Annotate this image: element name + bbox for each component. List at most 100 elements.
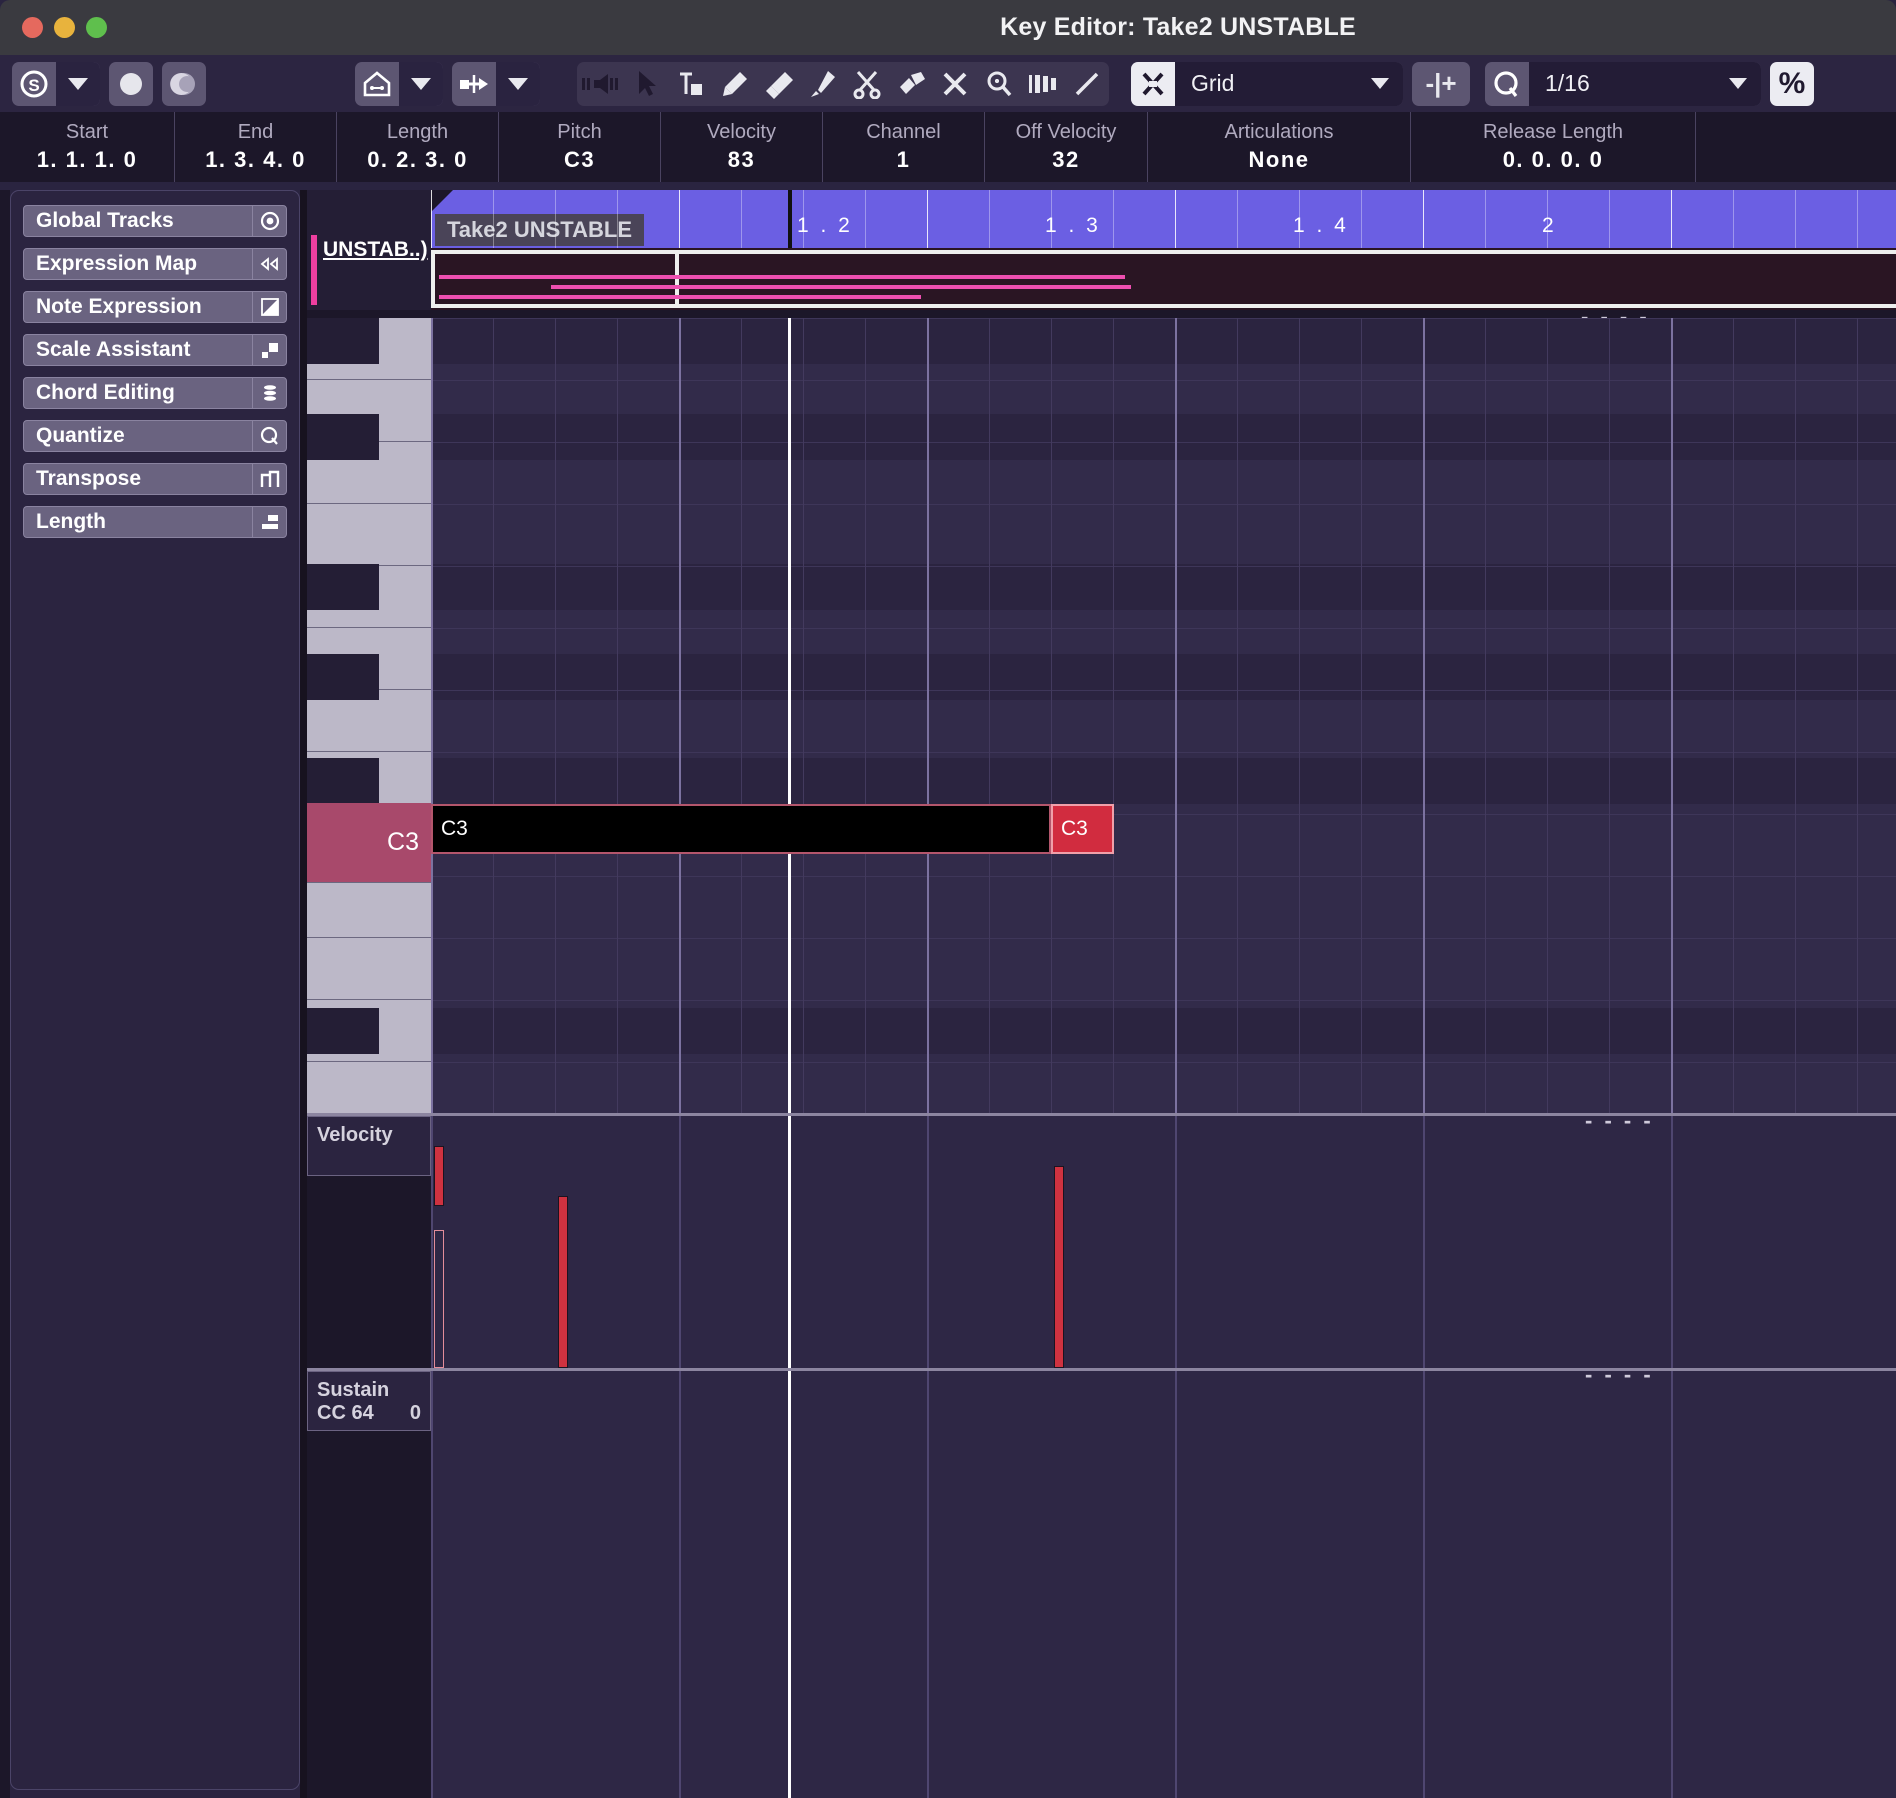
tool-pencil-line[interactable] [1065, 62, 1109, 106]
info-field-value[interactable]: 1. 1. 1. 0 [37, 145, 138, 175]
autoscroll-button[interactable] [355, 62, 399, 106]
velocity-lane-playhead[interactable] [788, 1116, 791, 1368]
quantize-preset-combo[interactable]: 1/16 [1529, 61, 1761, 106]
velocity-lane-header[interactable]: Velocity [307, 1116, 431, 1176]
velocity-bar[interactable] [1054, 1166, 1064, 1368]
info-field-start[interactable]: Start 1. 1. 1. 0 [0, 112, 175, 182]
sustain-lane-resize-handle[interactable]: - - - - [1585, 1362, 1654, 1388]
velocity-lane-body[interactable] [431, 1116, 1896, 1368]
inspector-length[interactable]: Length [23, 506, 287, 538]
speaker-icon [582, 73, 618, 94]
overview-frame-left[interactable] [431, 250, 679, 308]
solo-group: S [12, 61, 100, 106]
tool-draw[interactable] [713, 62, 757, 106]
record-in-editor-button[interactable] [109, 62, 153, 106]
inspector-transpose[interactable]: Transpose [23, 463, 287, 495]
midi-note[interactable]: C3 [431, 804, 1051, 854]
velocity-lane-resize-handle[interactable]: - - - - [1585, 1108, 1654, 1134]
timeline-ruler[interactable]: Take2 UNSTABLE 1 . 2 1 . 3 1 . 4 2 [431, 190, 1896, 248]
inspector-quantize[interactable]: Quantize [23, 420, 287, 452]
quantize-preset-value: 1/16 [1545, 70, 1590, 96]
info-line: Start 1. 1. 1. 0 End 1. 3. 4. 0 Length 0. 2. … [0, 112, 1896, 182]
chevron-down-icon [411, 77, 431, 90]
piano-black-key[interactable] [307, 414, 379, 460]
info-field-velocity[interactable]: Velocity 83 [661, 112, 823, 182]
piano-black-key[interactable] [307, 654, 379, 700]
info-field-length[interactable]: Length 0. 2. 3. 0 [337, 112, 499, 182]
info-field-value[interactable]: 32 [1052, 145, 1079, 175]
ruler-tick [927, 190, 928, 248]
piano-black-key[interactable] [307, 318, 379, 364]
info-field-value[interactable]: C3 [564, 145, 595, 175]
title-bar: Key Editor: Take2 UNSTABLE [0, 0, 1896, 55]
expression-map-icon [252, 249, 286, 279]
playhead[interactable] [788, 318, 791, 1113]
inspector-expression-map[interactable]: Expression Map [23, 248, 287, 280]
tool-timewarp[interactable] [1021, 62, 1065, 106]
sustain-lane-gridline [431, 1371, 433, 1798]
sustain-lane-playhead[interactable] [788, 1371, 791, 1798]
midi-note[interactable]: C3 [1051, 804, 1114, 854]
piano-white-key[interactable] [307, 504, 431, 566]
info-field-value[interactable]: 0. 0. 0. 0 [1503, 145, 1604, 175]
grid-vertical-line [1175, 318, 1177, 1113]
tool-zoom[interactable] [977, 62, 1021, 106]
snap-dropdown-button[interactable] [496, 61, 540, 106]
autoscroll-settings-button[interactable] [399, 61, 443, 106]
ruler-number: 1 . 2 [797, 214, 853, 237]
solo-editor-button[interactable]: S [12, 62, 56, 106]
info-field-articulations[interactable]: Articulations None [1148, 112, 1411, 182]
tool-erase[interactable] [757, 62, 801, 106]
info-field-value[interactable]: 0. 2. 3. 0 [367, 145, 468, 175]
info-field-channel[interactable]: Channel 1 [823, 112, 985, 182]
tool-line[interactable] [801, 62, 845, 106]
quantize-q-button[interactable] [1485, 62, 1529, 106]
velocity-bar[interactable] [434, 1230, 444, 1368]
piano-black-key[interactable] [307, 564, 379, 610]
piano-key-c3[interactable]: C3 [307, 803, 431, 883]
piano-white-key[interactable] [307, 876, 431, 938]
info-field-pitch[interactable]: Pitch C3 [499, 112, 661, 182]
info-field-value[interactable]: 1 [897, 145, 911, 175]
info-field-end[interactable]: End 1. 3. 4. 0 [175, 112, 337, 182]
acoustic-feedback-button[interactable] [162, 62, 206, 106]
piano-black-key[interactable] [307, 1008, 379, 1054]
overview-frame-right[interactable] [679, 250, 1896, 308]
piano-black-key[interactable] [307, 758, 379, 804]
length-quantize-button[interactable]: -|+ [1412, 62, 1470, 106]
inspector-item-label: Chord Editing [36, 381, 175, 404]
grid-vertical-line [989, 318, 990, 1113]
piano-white-key[interactable] [307, 938, 431, 1000]
tool-split[interactable] [845, 62, 889, 106]
ruler-playhead[interactable] [788, 190, 792, 248]
inspector-splitter[interactable] [300, 190, 307, 1798]
snap-button[interactable] [452, 62, 496, 106]
tool-range-selection[interactable] [669, 62, 713, 106]
tool-glue[interactable] [889, 62, 933, 106]
sustain-lane-gridline [679, 1371, 681, 1798]
piano-keyboard[interactable]: C3 [307, 318, 431, 1124]
solo-dropdown-button[interactable] [56, 61, 100, 106]
tool-mute[interactable] [933, 62, 977, 106]
sustain-lane-body[interactable] [431, 1371, 1896, 1798]
info-field-value[interactable]: None [1249, 145, 1310, 175]
note-grid[interactable]: C3 C3 [431, 318, 1896, 1113]
velocity-bar[interactable] [434, 1146, 444, 1206]
inspector-scale-assistant[interactable]: Scale Assistant [23, 334, 287, 366]
velocity-bar[interactable] [558, 1196, 568, 1368]
inspector-chord-editing[interactable]: Chord Editing [23, 377, 287, 409]
grid-vertical-line [1547, 318, 1548, 1113]
info-field-release-length[interactable]: Release Length 0. 0. 0. 0 [1411, 112, 1696, 182]
inspector-global-tracks[interactable]: Global Tracks [23, 205, 287, 237]
window-title: Key Editor: Take2 UNSTABLE [1000, 13, 1356, 41]
tool-mute-listen[interactable] [577, 62, 621, 106]
quantize-percent-button[interactable]: % [1770, 61, 1814, 106]
info-field-off-velocity[interactable]: Off Velocity 32 [985, 112, 1148, 182]
inspector-note-expression[interactable]: Note Expression [23, 291, 287, 323]
info-field-value[interactable]: 1. 3. 4. 0 [205, 145, 306, 175]
tool-object-selection[interactable] [625, 62, 669, 106]
grid-snap-button[interactable] [1131, 61, 1175, 106]
grid-type-combo[interactable]: Grid [1175, 61, 1403, 106]
sustain-lane-header[interactable]: Sustain CC 64 0 [307, 1371, 431, 1431]
info-field-value[interactable]: 83 [728, 145, 755, 175]
